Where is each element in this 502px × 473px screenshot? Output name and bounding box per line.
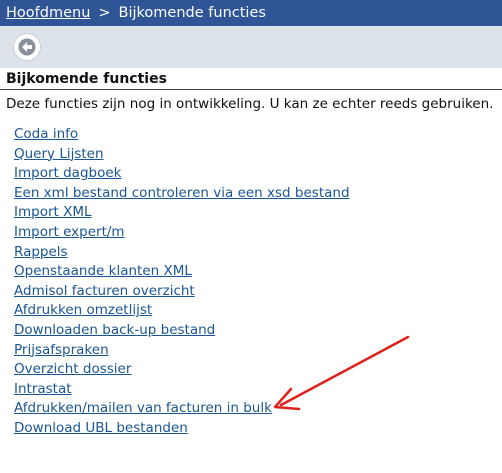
link-rappels[interactable]: Rappels [14, 244, 68, 260]
list-item: Rappels [14, 243, 350, 263]
link-overzicht-dossier[interactable]: Overzicht dossier [14, 361, 131, 377]
list-item: Intrastat [14, 380, 350, 400]
function-links-list: Coda info Query Lijsten Import dagboek E… [14, 125, 350, 439]
link-admisol-facturen-overzicht[interactable]: Admisol facturen overzicht [14, 283, 195, 299]
link-afdrukken-omzetlijst[interactable]: Afdrukken omzetlijst [14, 302, 152, 318]
link-import-xml[interactable]: Import XML [14, 204, 92, 220]
list-item: Afdrukken omzetlijst [14, 301, 350, 321]
list-item: Overzicht dossier [14, 360, 350, 380]
link-import-dagboek[interactable]: Import dagboek [14, 165, 121, 181]
list-item: Download UBL bestanden [14, 419, 350, 439]
list-item: Downloaden back-up bestand [14, 321, 350, 341]
link-xml-xsd-check[interactable]: Een xml bestand controleren via een xsd … [14, 185, 350, 201]
back-button[interactable] [13, 33, 41, 61]
section-title: Bijkomende functies [6, 71, 167, 87]
link-import-expert-m[interactable]: Import expert/m [14, 224, 125, 240]
list-item: Openstaande klanten XML [14, 262, 350, 282]
link-intrastat[interactable]: Intrastat [14, 381, 72, 397]
section-description: Deze functies zijn nog in ontwikkeling. … [6, 96, 494, 112]
link-coda-info[interactable]: Coda info [14, 126, 78, 142]
list-item: Afdrukken/mailen van facturen in bulk [14, 399, 350, 419]
list-item: Import expert/m [14, 223, 350, 243]
arrow-left-icon [18, 38, 36, 56]
breadcrumb-bar: Hoofdmenu > Bijkomende functies [0, 0, 502, 26]
link-facturen-bulk[interactable]: Afdrukken/mailen van facturen in bulk [14, 400, 272, 416]
link-query-lijsten[interactable]: Query Lijsten [14, 146, 104, 162]
link-downloaden-backup[interactable]: Downloaden back-up bestand [14, 322, 215, 338]
section-divider [0, 89, 502, 90]
list-item: Prijsafspraken [14, 341, 350, 361]
toolbar [0, 26, 502, 68]
list-item: Query Lijsten [14, 145, 350, 165]
list-item: Coda info [14, 125, 350, 145]
breadcrumb-home-link[interactable]: Hoofdmenu [6, 5, 90, 21]
link-prijsafspraken[interactable]: Prijsafspraken [14, 342, 109, 358]
list-item: Import XML [14, 203, 350, 223]
link-download-ubl[interactable]: Download UBL bestanden [14, 420, 188, 436]
breadcrumb-current: Bijkomende functies [118, 5, 266, 21]
link-openstaande-klanten-xml[interactable]: Openstaande klanten XML [14, 263, 192, 279]
breadcrumb-separator: > [98, 5, 111, 21]
list-item: Import dagboek [14, 164, 350, 184]
list-item: Een xml bestand controleren via een xsd … [14, 184, 350, 204]
list-item: Admisol facturen overzicht [14, 282, 350, 302]
